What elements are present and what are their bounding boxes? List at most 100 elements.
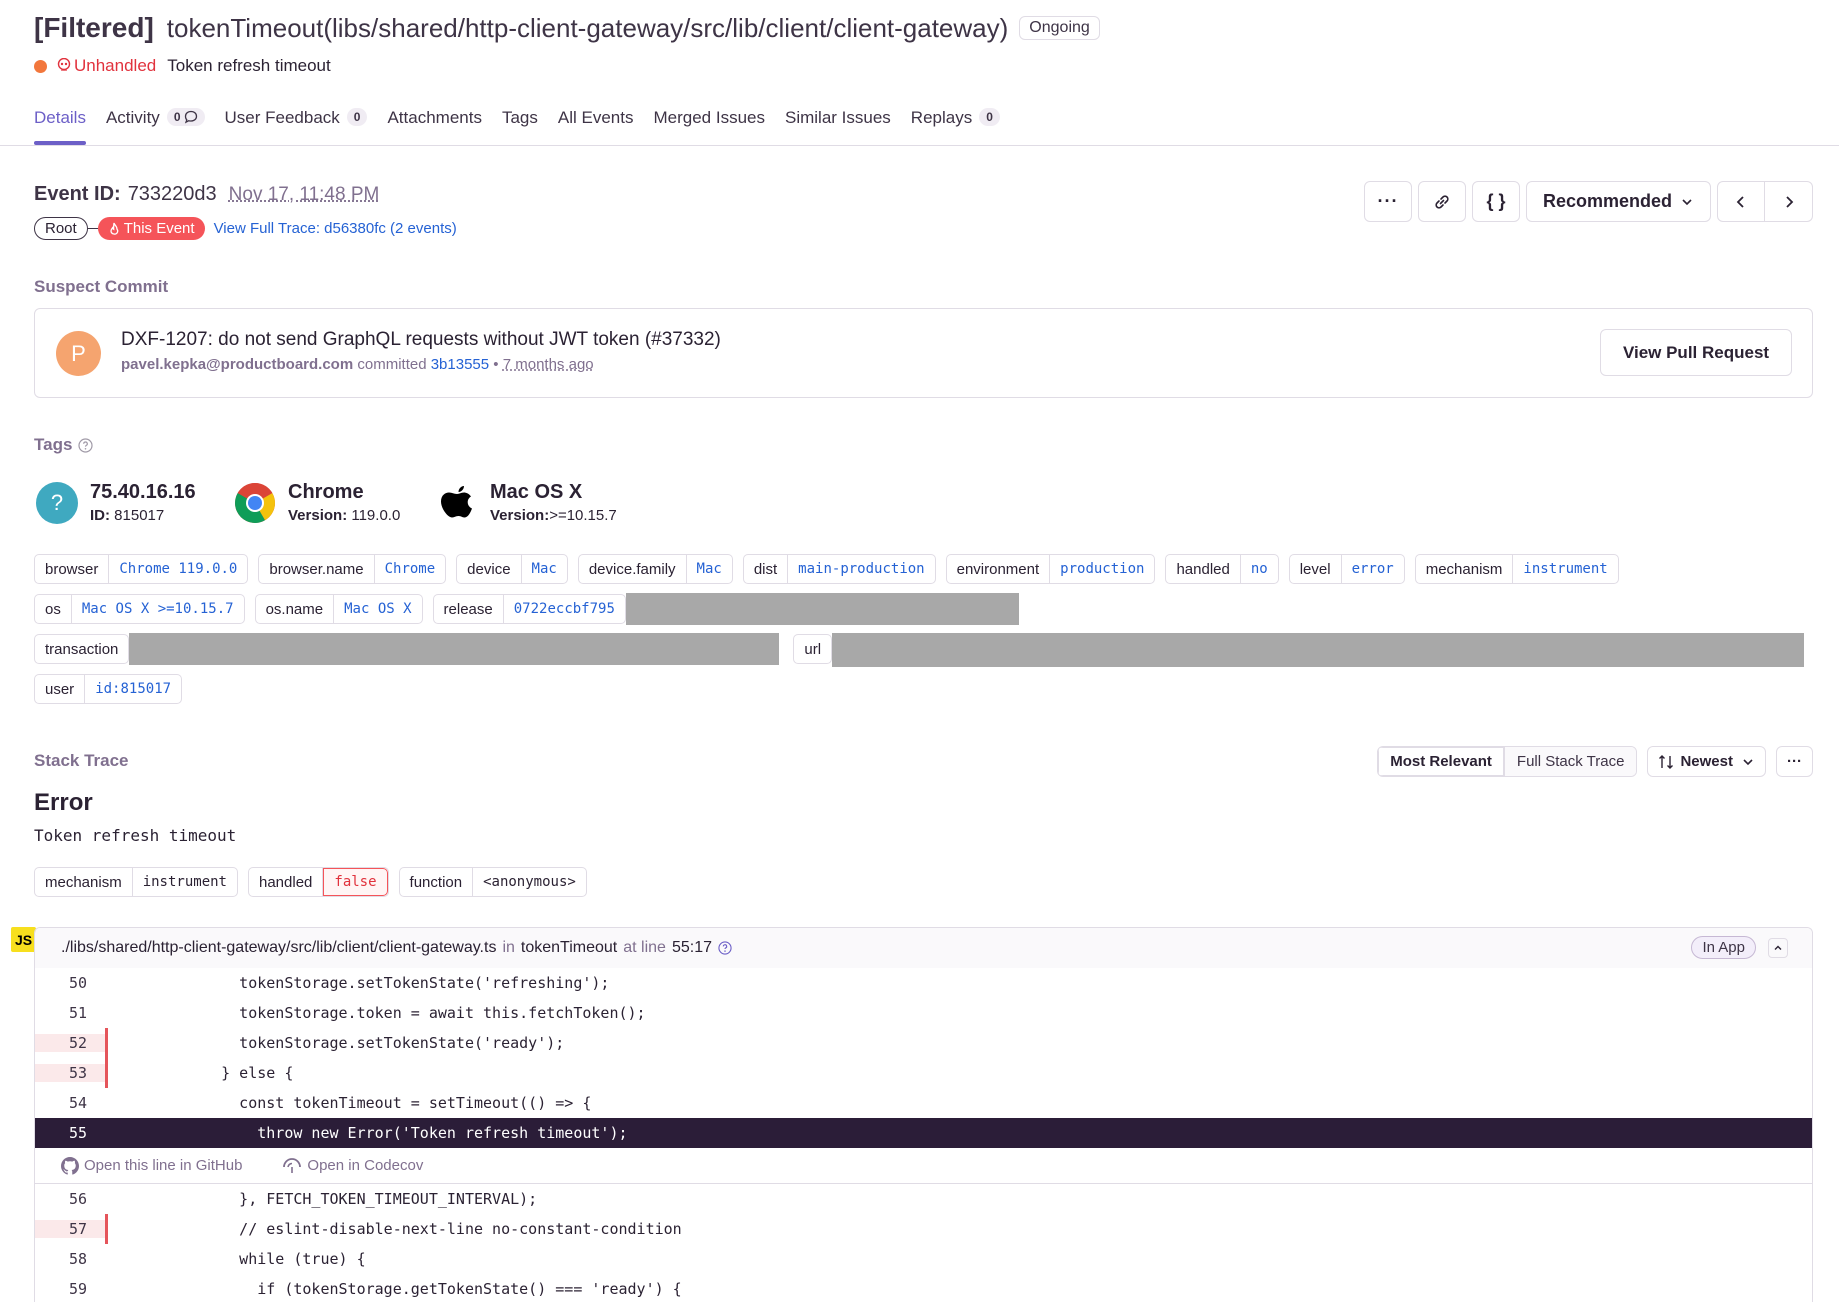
tags-heading: Tags <box>34 435 94 455</box>
tag-key: os.name <box>256 595 335 623</box>
root-pill[interactable]: Root <box>34 217 88 240</box>
next-event-button[interactable] <box>1765 181 1813 222</box>
tag-transaction[interactable]: transaction <box>34 634 130 664</box>
chevron-up-icon <box>1774 945 1782 950</box>
previous-event-button[interactable] <box>1717 181 1765 222</box>
braces-icon: { } <box>1486 191 1506 211</box>
question-icon[interactable] <box>78 437 94 453</box>
view-full-trace-link[interactable]: View Full Trace: d56380fc (2 events) <box>214 220 457 237</box>
meta-separator: • <box>493 356 499 373</box>
this-event-pill[interactable]: This Event <box>97 217 205 240</box>
tag-user[interactable]: user id:815017 <box>34 674 183 704</box>
view-pull-request-button[interactable]: View Pull Request <box>1600 329 1792 376</box>
issue-header: [Filtered] tokenTimeout(libs/shared/http… <box>0 0 1839 146</box>
line-number: 57 <box>35 1220 105 1238</box>
event-date[interactable]: Nov 17, 11:48 PM <box>229 184 380 206</box>
open-in-github-link[interactable]: Open this line in GitHub <box>61 1156 262 1175</box>
more-actions-button[interactable]: ··· <box>1363 181 1412 222</box>
tab-activity[interactable]: Activity 0 <box>106 108 205 146</box>
issue-tabs: Details Activity 0 User Feedback 0 Attachm… <box>34 108 1020 146</box>
tag-browser-name[interactable]: browser.name Chrome <box>258 554 447 584</box>
commit-message: DXF-1207: do not send GraphQL requests w… <box>121 329 721 350</box>
event-id-value[interactable]: 733220d3 <box>128 183 217 206</box>
line-number: 53 <box>35 1064 105 1082</box>
tab-attachments[interactable]: Attachments <box>387 108 482 146</box>
tab-tags[interactable]: Tags <box>502 108 538 146</box>
line-code: tokenStorage.token = await this.fetchTok… <box>185 1004 646 1022</box>
chevron-down-icon <box>1743 758 1753 765</box>
replays-count-badge: 0 <box>979 108 1000 126</box>
tag-device-family[interactable]: device.family Mac <box>577 554 733 584</box>
most-relevant-button[interactable]: Most Relevant <box>1378 747 1505 776</box>
tag-os[interactable]: os Mac OS X >=10.15.7 <box>34 594 245 624</box>
line-number: 56 <box>69 1190 88 1208</box>
level-dot-icon <box>34 59 47 73</box>
tag-level[interactable]: level error <box>1288 554 1405 584</box>
commit-meta: pavel.kepka@productboard.com committed 3… <box>121 356 594 373</box>
tag-key: url <box>804 640 822 658</box>
line-number: 51 <box>69 1004 88 1022</box>
tag-device[interactable]: device Mac <box>456 554 568 584</box>
apple-icon <box>436 482 478 524</box>
tab-label: Activity <box>105 108 160 127</box>
question-icon[interactable] <box>718 941 732 955</box>
code-line: 54 const tokenTimeout = setTimeout(() =>… <box>35 1088 1812 1118</box>
stack-more-button[interactable]: ··· <box>1776 746 1813 777</box>
recommended-dropdown[interactable]: Recommended <box>1525 181 1711 222</box>
activity-count-badge: 0 <box>166 108 205 126</box>
tag-mechanism[interactable]: mechanism instrument <box>1414 554 1619 584</box>
json-button[interactable]: { } <box>1471 181 1520 222</box>
tag-value: instrument <box>1523 561 1608 577</box>
tag-os-name[interactable]: os.name Mac OS X <box>254 594 423 624</box>
collapse-frame-button[interactable] <box>1768 938 1788 958</box>
tag-row-1: browser Chrome 119.0.0 browser.name Chrome… <box>34 554 1629 584</box>
line-number: 52 <box>35 1034 105 1052</box>
open-in-codecov-link[interactable]: Open in Codecov <box>282 1157 443 1174</box>
tag-release[interactable]: release 0722eccbf795 <box>432 594 626 624</box>
copy-link-button[interactable] <box>1417 181 1466 222</box>
code-line: 56 }, FETCH_TOKEN_TIMEOUT_INTERVAL); <box>35 1184 1812 1214</box>
tab-label: Details <box>34 108 86 127</box>
tab-replays[interactable]: Replays 0 <box>911 108 1000 146</box>
frame-line-number: 55:17 <box>671 939 712 956</box>
tag-key: user <box>35 675 86 703</box>
tag-browser[interactable]: browser Chrome 119.0.0 <box>34 554 249 584</box>
tag-value: Chrome 119.0.0 <box>119 561 238 577</box>
tag-url[interactable]: url <box>793 634 833 664</box>
tab-merged-issues[interactable]: Merged Issues <box>653 108 765 146</box>
stack-trace-controls: Most Relevant Full Stack Trace Newest ··… <box>1377 746 1813 777</box>
user-id-value: 815017 <box>114 507 165 524</box>
tab-details[interactable]: Details <box>34 108 86 146</box>
avatar: P <box>56 331 101 376</box>
tab-similar-issues[interactable]: Similar Issues <box>785 108 891 146</box>
tag-value: <anonymous> <box>483 874 576 890</box>
browser-version-line: Version: 119.0.0 <box>288 507 400 524</box>
tag-value: instrument <box>142 874 227 890</box>
tab-user-feedback[interactable]: User Feedback 0 <box>225 108 368 146</box>
fire-icon <box>110 222 118 235</box>
tag-environment[interactable]: environment production <box>945 554 1156 584</box>
tab-label: Similar Issues <box>784 108 891 127</box>
frame-header[interactable]: ./libs/shared/http-client-gateway/src/li… <box>35 928 1812 968</box>
line-code: if (tokenStorage.getTokenState() === 're… <box>185 1280 682 1298</box>
code-line: 51 tokenStorage.token = await this.fetch… <box>35 998 1812 1028</box>
stack-trace-heading: Stack Trace <box>34 751 129 770</box>
trace-connector <box>87 228 98 229</box>
issue-title-row: [Filtered] tokenTimeout(libs/shared/http… <box>34 12 1100 44</box>
commit-hash-link[interactable]: 3b13555 <box>431 356 489 373</box>
tag-value: main-production <box>798 561 925 577</box>
tag-dist[interactable]: dist main-production <box>742 554 936 584</box>
tab-label: Replays <box>910 108 973 127</box>
tag-value: no <box>1250 561 1268 577</box>
user-highlight: ? 75.40.16.16 ID: 815017 <box>36 481 196 524</box>
full-stack-trace-button[interactable]: Full Stack Trace <box>1504 747 1637 776</box>
tags-heading-label: Tags <box>34 435 73 454</box>
tab-all-events[interactable]: All Events <box>558 108 634 146</box>
sort-order-dropdown[interactable]: Newest <box>1647 746 1766 777</box>
tag-handled[interactable]: handled no <box>1165 554 1279 584</box>
event-nav <box>1717 181 1813 222</box>
redacted-block <box>625 593 1019 625</box>
tag-key: device.family <box>579 555 687 583</box>
comment-icon <box>184 110 197 124</box>
function-tag: function <anonymous> <box>398 867 587 897</box>
